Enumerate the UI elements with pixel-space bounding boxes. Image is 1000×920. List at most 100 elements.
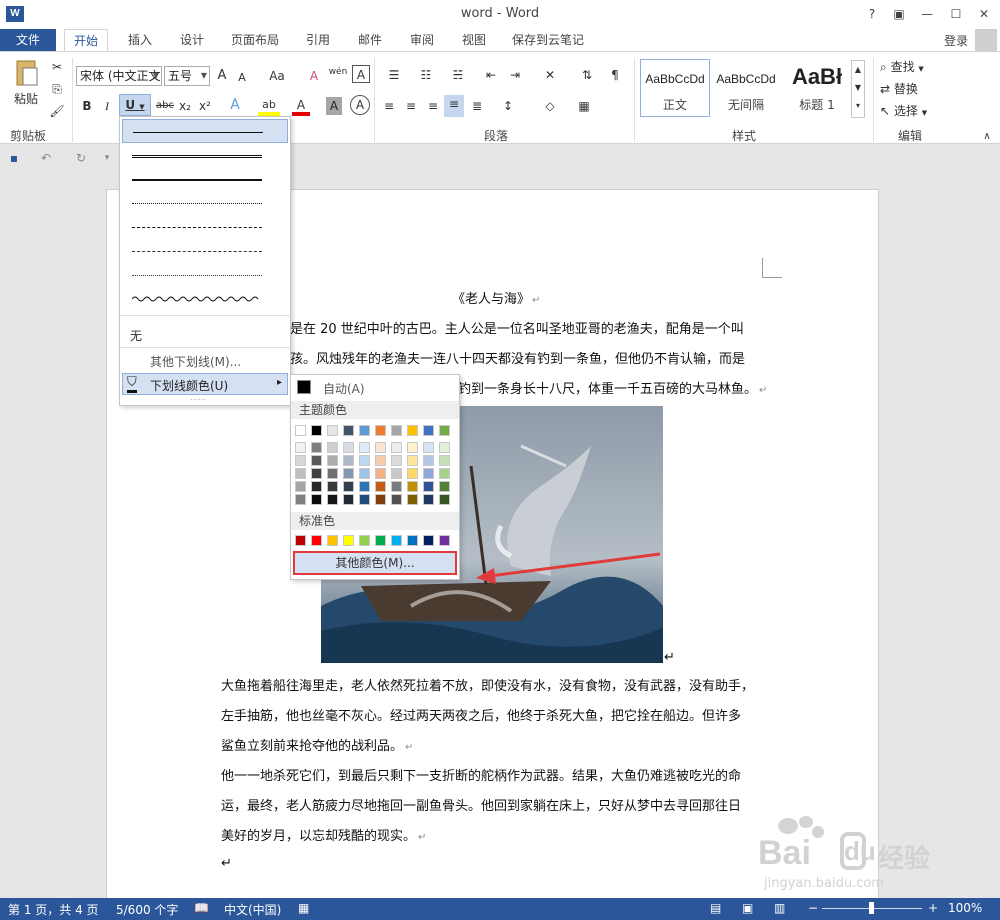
- color-swatch[interactable]: [343, 455, 354, 466]
- web-layout-icon[interactable]: ▥: [774, 901, 785, 915]
- sort-icon[interactable]: ⇅: [576, 66, 598, 84]
- color-swatch[interactable]: [327, 481, 338, 492]
- zoom-in-button[interactable]: +: [928, 901, 938, 915]
- color-swatch[interactable]: [375, 481, 386, 492]
- doc-line[interactable]: 钓到一条身长十八尺，体重一千五百磅的大马林鱼。 ↵: [458, 378, 767, 397]
- select-button[interactable]: ↖ 选择 ▼: [880, 102, 950, 122]
- italic-button[interactable]: I: [100, 97, 114, 115]
- color-swatch[interactable]: [391, 425, 402, 436]
- underline-dotted[interactable]: [122, 191, 288, 215]
- color-swatch[interactable]: [359, 535, 370, 546]
- underline-dash-dot[interactable]: [122, 239, 288, 263]
- align-right-icon[interactable]: ≡: [424, 97, 442, 115]
- clear-format-button[interactable]: A: [304, 67, 324, 85]
- color-swatch[interactable]: [423, 455, 434, 466]
- login-link[interactable]: 登录: [944, 32, 968, 49]
- underline-double[interactable]: [122, 143, 288, 167]
- color-swatch[interactable]: [391, 535, 402, 546]
- color-swatch[interactable]: [423, 468, 434, 479]
- color-swatch[interactable]: [375, 455, 386, 466]
- color-swatch[interactable]: [343, 425, 354, 436]
- more-underlines-item[interactable]: 其他下划线(M)...: [150, 353, 241, 370]
- color-swatch[interactable]: [327, 425, 338, 436]
- document-title[interactable]: 《老人与海》 ↵: [452, 288, 540, 307]
- color-swatch[interactable]: [359, 442, 370, 453]
- borders-icon[interactable]: ▦: [570, 97, 598, 115]
- color-swatch[interactable]: [327, 455, 338, 466]
- tab-review[interactable]: 审阅: [402, 29, 442, 51]
- color-swatch[interactable]: [295, 535, 306, 546]
- tab-insert[interactable]: 插入: [120, 29, 160, 51]
- color-swatch[interactable]: [375, 468, 386, 479]
- format-painter-icon[interactable]: 🖌: [48, 102, 66, 120]
- color-swatch[interactable]: [439, 481, 450, 492]
- resize-grip[interactable]: ⋯⋯: [190, 395, 206, 404]
- char-border-button[interactable]: A: [352, 65, 370, 83]
- styles-scroll[interactable]: ▲ ▼ ▾: [851, 60, 865, 118]
- style-normal[interactable]: AaBbCcDd 正文: [640, 59, 710, 117]
- paste-button[interactable]: 粘贴: [8, 90, 44, 108]
- color-swatch[interactable]: [343, 481, 354, 492]
- font-size-combo[interactable]: 五号 ▼: [164, 66, 210, 86]
- superscript-button[interactable]: x²: [197, 97, 213, 115]
- style-heading-1[interactable]: AaBł 标题 1: [782, 59, 852, 117]
- decrease-indent-icon[interactable]: ⇤: [482, 66, 500, 84]
- save-icon[interactable]: ▪: [6, 149, 22, 167]
- doc-line[interactable]: 美好的岁月，以忘却残酷的现实。 ↵: [221, 825, 426, 844]
- color-swatch[interactable]: [439, 535, 450, 546]
- color-swatch[interactable]: [407, 535, 418, 546]
- read-mode-icon[interactable]: ▤: [710, 901, 721, 915]
- tab-layout[interactable]: 页面布局: [224, 29, 286, 51]
- paste-icon[interactable]: [10, 58, 42, 88]
- enclose-chars-button[interactable]: A: [350, 95, 370, 115]
- color-swatch[interactable]: [423, 481, 434, 492]
- color-swatch[interactable]: [311, 425, 322, 436]
- color-swatch[interactable]: [423, 442, 434, 453]
- help-button[interactable]: ?: [861, 5, 883, 23]
- tab-file[interactable]: 文件: [0, 29, 56, 51]
- doc-line[interactable]: 鲨鱼立刻前来抢夺他的战利品。 ↵: [221, 735, 413, 754]
- strikethrough-button[interactable]: abc: [155, 97, 175, 115]
- doc-line[interactable]: 是在 20 世纪中叶的古巴。主人公是一位名叫圣地亚哥的老渔夫，配角是一个叫: [290, 318, 744, 337]
- change-case-button[interactable]: Aa: [262, 67, 292, 85]
- macro-icon[interactable]: ▦: [298, 901, 309, 915]
- tab-design[interactable]: 设计: [172, 29, 212, 51]
- paragraph-shading-icon[interactable]: ◇: [536, 97, 564, 115]
- doc-line[interactable]: 大鱼拖着船往海里走，老人依然死拉着不放，即使没有水，没有食物，没有武器，没有助手…: [221, 675, 754, 694]
- page-count[interactable]: 第 1 页，共 4 页: [8, 901, 99, 918]
- color-swatch[interactable]: [423, 494, 434, 505]
- doc-line[interactable]: 孩。风烛残年的老渔夫一连八十四天都没有钓到一条鱼，但他仍不肯认输，而是: [290, 348, 745, 367]
- color-swatch[interactable]: [439, 494, 450, 505]
- phonetic-guide-button[interactable]: wén: [328, 63, 348, 81]
- color-swatch[interactable]: [407, 494, 418, 505]
- color-swatch[interactable]: [311, 481, 322, 492]
- color-swatch[interactable]: [359, 425, 370, 436]
- doc-line[interactable]: 他一一地杀死它们，到最后只剩下一支折断的舵柄作为武器。结果，大鱼仍难逃被吃光的命: [221, 765, 741, 784]
- color-swatch[interactable]: [327, 535, 338, 546]
- doc-line[interactable]: 运，最终，老人筋疲力尽地拖回一副鱼骨头。他回到家躺在床上，只好从梦中去寻回那往日: [221, 795, 741, 814]
- color-swatch[interactable]: [359, 455, 370, 466]
- font-color-button[interactable]: A: [292, 96, 310, 116]
- color-swatch[interactable]: [311, 442, 322, 453]
- color-swatch[interactable]: [327, 442, 338, 453]
- text-effects-button[interactable]: A: [226, 96, 244, 114]
- language[interactable]: 中文(中国): [224, 901, 281, 918]
- color-swatch[interactable]: [407, 425, 418, 436]
- color-swatch[interactable]: [343, 494, 354, 505]
- color-swatch[interactable]: [375, 535, 386, 546]
- color-swatch[interactable]: [391, 442, 402, 453]
- justify-icon[interactable]: ≡: [444, 95, 464, 117]
- customize-qat-icon[interactable]: ▾: [100, 149, 114, 167]
- color-swatch[interactable]: [311, 494, 322, 505]
- color-swatch[interactable]: [407, 481, 418, 492]
- multilevel-list-icon[interactable]: ☵: [444, 66, 472, 84]
- redo-icon[interactable]: ↻: [72, 149, 90, 167]
- chinese-layout-icon[interactable]: ✕: [536, 66, 564, 84]
- tab-mailings[interactable]: 邮件: [350, 29, 390, 51]
- color-swatch[interactable]: [327, 468, 338, 479]
- color-swatch[interactable]: [391, 481, 402, 492]
- tab-view[interactable]: 视图: [454, 29, 494, 51]
- color-swatch[interactable]: [343, 442, 354, 453]
- distributed-icon[interactable]: ≣: [468, 97, 486, 115]
- color-swatch[interactable]: [439, 425, 450, 436]
